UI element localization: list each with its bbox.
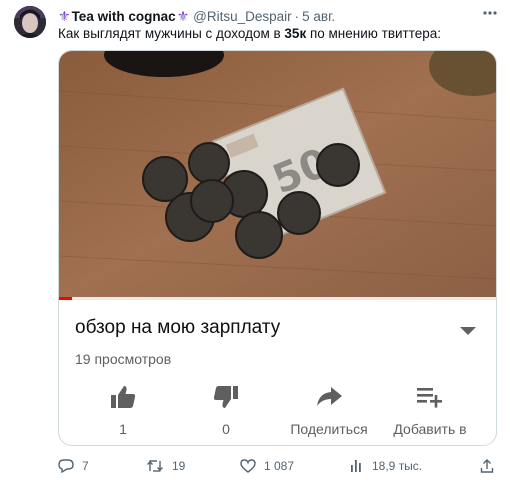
tweet: ⚜ Tea with cognac ⚜ @Ritsu_Despair · 5 а… xyxy=(0,0,510,486)
like-count: 1 087 xyxy=(264,459,295,473)
tweet-text-after: по мнению твиттера: xyxy=(306,26,442,41)
fleur-de-lis-icon: ⚜ xyxy=(58,8,71,24)
add-to-playlist-icon xyxy=(417,388,442,408)
view-count: 18,9 тыс. xyxy=(372,459,423,473)
share-tweet-button[interactable] xyxy=(480,456,502,476)
retweet-icon xyxy=(147,460,163,472)
reply-count: 7 xyxy=(82,459,89,473)
tweet-header: ⚜ Tea with cognac ⚜ @Ritsu_Despair · 5 а… xyxy=(58,7,335,25)
views-button[interactable]: 18,9 тыс. xyxy=(350,456,422,476)
dislike-video-button[interactable]: 0 xyxy=(176,381,276,441)
reply-button[interactable]: 7 xyxy=(58,456,89,476)
video-frame-image[interactable]: 50 xyxy=(59,51,496,297)
video-progress-fill xyxy=(59,297,73,300)
thumbs-down-icon xyxy=(213,386,238,408)
video-progress-bar[interactable] xyxy=(59,297,496,300)
share-icon xyxy=(480,459,494,473)
retweet-count: 19 xyxy=(172,459,186,473)
share-arrow-icon xyxy=(317,387,342,406)
video-title: обзор на мою зарплату xyxy=(75,317,281,338)
author-name[interactable]: Tea with cognac xyxy=(72,9,176,24)
video-views: 19 просмотров xyxy=(75,351,172,367)
retweet-button[interactable]: 19 xyxy=(146,456,185,476)
reply-icon xyxy=(58,459,74,473)
fleur-de-lis-icon: ⚜ xyxy=(176,8,190,24)
tweet-text: Как выглядят мужчины с доходом в 35к по … xyxy=(58,26,441,41)
avatar[interactable] xyxy=(14,6,46,38)
expand-chevron-icon[interactable] xyxy=(459,323,477,335)
dislike-count: 0 xyxy=(222,421,230,437)
share-video-button[interactable]: Поделиться xyxy=(279,381,379,441)
tweet-text-before: Как выглядят мужчины с доходом в xyxy=(58,26,285,41)
add-to-playlist-button[interactable]: Добавить в xyxy=(380,381,480,441)
bar-chart-icon xyxy=(351,460,361,472)
more-options-icon[interactable] xyxy=(480,6,500,20)
thumbs-up-icon xyxy=(111,386,136,408)
media-card[interactable]: 50 обзор на мою зарплату 19 просмотров 1… xyxy=(58,50,497,446)
tweet-actions: 7 19 1 087 18,9 тыс. xyxy=(58,456,498,476)
like-video-button[interactable]: 1 xyxy=(73,381,173,441)
like-count: 1 xyxy=(119,421,127,437)
tweet-date[interactable]: 5 авг. xyxy=(302,9,335,24)
heart-icon xyxy=(240,459,256,473)
tweet-text-bold: 35к xyxy=(284,26,307,41)
add-to-label: Добавить в xyxy=(393,421,467,437)
author-handle[interactable]: @Ritsu_Despair xyxy=(193,9,292,24)
share-label: Поделиться xyxy=(290,421,368,437)
like-button[interactable]: 1 087 xyxy=(240,456,294,476)
video-actions: 1 0 Поделиться Добавить в xyxy=(59,381,496,441)
separator: · xyxy=(294,8,300,24)
